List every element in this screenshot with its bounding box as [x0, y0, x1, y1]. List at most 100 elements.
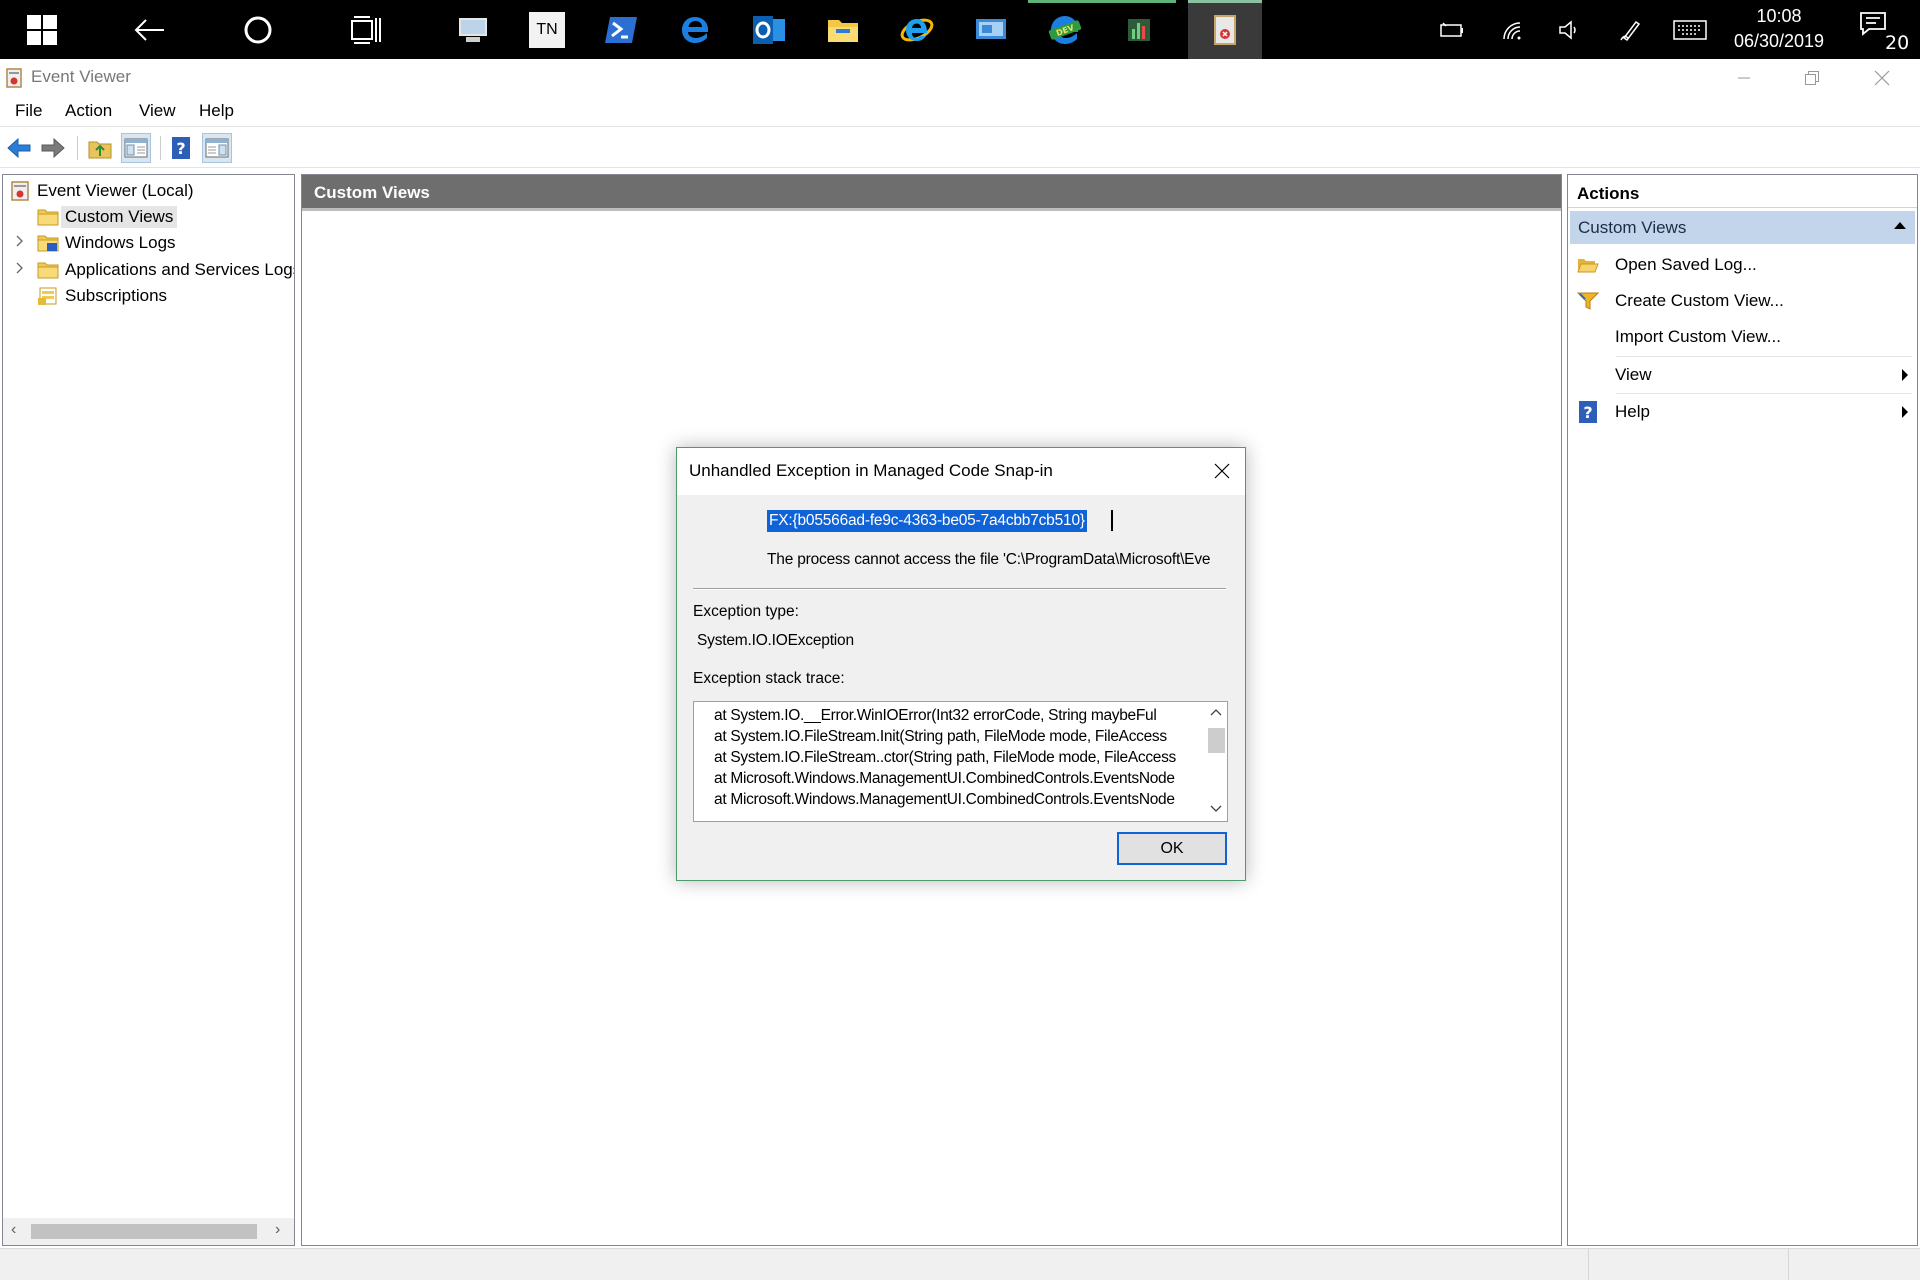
action-label: Open Saved Log...: [1615, 255, 1757, 274]
status-bar: [0, 1248, 1920, 1280]
scroll-up-arrow-icon[interactable]: [1210, 708, 1222, 716]
taskbar-app-file-explorer[interactable]: [806, 0, 880, 59]
restore-button[interactable]: [1778, 60, 1846, 96]
window-title: Event Viewer: [31, 67, 131, 86]
forward-toolbar-button[interactable]: [38, 133, 68, 163]
dialog-divider-highlight: [693, 589, 1226, 590]
submenu-arrow-icon: [1902, 369, 1908, 381]
ok-button[interactable]: OK: [1117, 832, 1227, 865]
clock-time: 10:08: [1756, 6, 1802, 26]
close-window-button[interactable]: [1848, 60, 1916, 96]
subscriptions-icon: [38, 287, 57, 305]
taskbar-clock[interactable]: 10:08 06/30/2019: [1716, 4, 1842, 54]
scroll-left-arrow-icon[interactable]: ‹: [11, 1221, 16, 1239]
taskbar-app-remote-desktop[interactable]: [954, 0, 1028, 59]
exception-type-label: Exception type:: [693, 603, 799, 620]
exception-type-value[interactable]: System.IO.IOException: [697, 632, 854, 650]
tray-battery[interactable]: [1425, 0, 1479, 59]
scrollbar-thumb[interactable]: [1208, 728, 1225, 753]
taskbar-app-edge-dev[interactable]: DEV: [1028, 0, 1102, 59]
scrollbar-thumb[interactable]: [31, 1224, 257, 1239]
running-indicator: [1188, 0, 1262, 3]
cortana-circle-icon: [244, 16, 272, 43]
task-view-icon: [351, 15, 381, 44]
menu-action[interactable]: Action: [65, 101, 112, 121]
action-help-submenu[interactable]: ? Help: [1568, 394, 1917, 430]
cortana-button[interactable]: [230, 0, 286, 59]
show-hide-console-tree-button[interactable]: [121, 133, 151, 163]
start-button[interactable]: [14, 0, 70, 59]
tree-horizontal-scrollbar[interactable]: ‹ ›: [3, 1218, 294, 1245]
tree-node-label: Applications and Services Logs: [65, 260, 295, 279]
window-title-bar[interactable]: [0, 59, 1920, 97]
tn-app-icon: TN: [529, 11, 565, 48]
stack-trace-textbox[interactable]: at System.IO.__Error.WinIOError(Int32 er…: [693, 701, 1228, 822]
stack-trace-line: at Microsoft.Windows.ManagementUI.Combin…: [714, 770, 1175, 787]
up-level-toolbar-button[interactable]: [85, 133, 115, 163]
tray-pen[interactable]: [1604, 0, 1658, 59]
error-message-text[interactable]: The process cannot access the file 'C:\P…: [767, 551, 1237, 569]
taskbar-app-outlook[interactable]: [732, 0, 806, 59]
taskbar-app-computer-management[interactable]: [436, 0, 510, 59]
help-toolbar-button[interactable]: ?: [166, 133, 196, 163]
tree-node-windows-logs[interactable]: Windows Logs: [37, 230, 176, 256]
running-indicator: [1102, 0, 1176, 3]
taskbar-app-powershell[interactable]: [584, 0, 658, 59]
filter-funnel-icon: [1576, 289, 1600, 313]
taskbar-app-edge[interactable]: [658, 0, 732, 59]
taskbar: TN DEV 10:08 06/30/2019 20: [0, 0, 1920, 59]
svg-text:?: ?: [1583, 403, 1592, 422]
taskbar-app-chart-tool[interactable]: [1102, 0, 1176, 59]
remote-desktop-icon: [976, 18, 1006, 39]
tree-node-applications-and-services-logs[interactable]: Applications and Services Logs: [37, 257, 295, 283]
windows-logo-icon: [27, 14, 57, 45]
action-view-submenu[interactable]: View: [1568, 357, 1917, 393]
stack-trace-lines: at System.IO.__Error.WinIOError(Int32 er…: [714, 705, 1194, 810]
menu-view[interactable]: View: [139, 101, 176, 121]
task-view-button[interactable]: [338, 0, 394, 59]
help-book-icon: ?: [172, 137, 190, 159]
tree-node-custom-views[interactable]: Custom Views: [37, 204, 178, 230]
toolbar: ?: [0, 128, 1920, 168]
folder-logs-icon: [37, 235, 59, 252]
console-tree-icon: [124, 138, 148, 158]
close-icon: [1214, 463, 1230, 479]
selected-error-id-text[interactable]: FX:{b05566ad-fe9c-4363-be05-7a4cbb7cb510…: [767, 510, 1087, 532]
action-import-custom-view[interactable]: Import Custom View...: [1568, 319, 1917, 355]
stack-trace-vertical-scrollbar[interactable]: [1205, 702, 1227, 821]
tray-volume[interactable]: [1543, 0, 1597, 59]
actions-section-label: Custom Views: [1578, 218, 1687, 237]
back-button[interactable]: [122, 0, 178, 59]
tree-node-subscriptions[interactable]: Subscriptions: [37, 283, 167, 309]
collapse-up-icon[interactable]: [1893, 220, 1907, 230]
stack-trace-line: at System.IO.FileStream.Init(String path…: [714, 728, 1167, 745]
taskbar-app-internet-explorer[interactable]: [880, 0, 954, 59]
expand-apps-services-chevron-icon[interactable]: [15, 262, 27, 274]
scroll-right-arrow-icon[interactable]: ›: [275, 1221, 280, 1239]
menu-file[interactable]: File: [15, 101, 42, 121]
event-viewer-icon: [11, 181, 29, 201]
folder-icon: [37, 262, 59, 279]
tray-keyboard[interactable]: [1663, 0, 1717, 59]
actions-section-custom-views[interactable]: Custom Views: [1570, 211, 1915, 244]
action-open-saved-log[interactable]: Open Saved Log...: [1568, 247, 1917, 283]
taskbar-app-event-viewer[interactable]: [1188, 0, 1262, 59]
menu-help[interactable]: Help: [199, 101, 234, 121]
header-divider: [302, 208, 1561, 211]
expand-windows-logs-chevron-icon[interactable]: [15, 235, 27, 247]
tree-node-event-viewer-local[interactable]: Event Viewer (Local): [9, 178, 194, 204]
notification-count-badge: 20: [1885, 32, 1910, 54]
back-toolbar-button[interactable]: [4, 133, 34, 163]
action-pane-icon: [205, 138, 229, 158]
edge-dev-icon: DEV: [1048, 15, 1082, 44]
taskbar-app-tn[interactable]: TN: [510, 0, 584, 59]
dialog-title: Unhandled Exception in Managed Code Snap…: [689, 461, 1053, 480]
dialog-close-button[interactable]: [1199, 448, 1245, 494]
show-hide-action-pane-button[interactable]: [202, 133, 232, 163]
dialog-title-bar[interactable]: Unhandled Exception in Managed Code Snap…: [677, 448, 1245, 495]
minimize-button[interactable]: [1710, 60, 1778, 96]
scroll-down-arrow-icon[interactable]: [1210, 805, 1222, 813]
tray-wifi[interactable]: [1486, 0, 1540, 59]
tree-node-label: Windows Logs: [65, 233, 176, 252]
action-create-custom-view[interactable]: Create Custom View...: [1568, 283, 1917, 319]
